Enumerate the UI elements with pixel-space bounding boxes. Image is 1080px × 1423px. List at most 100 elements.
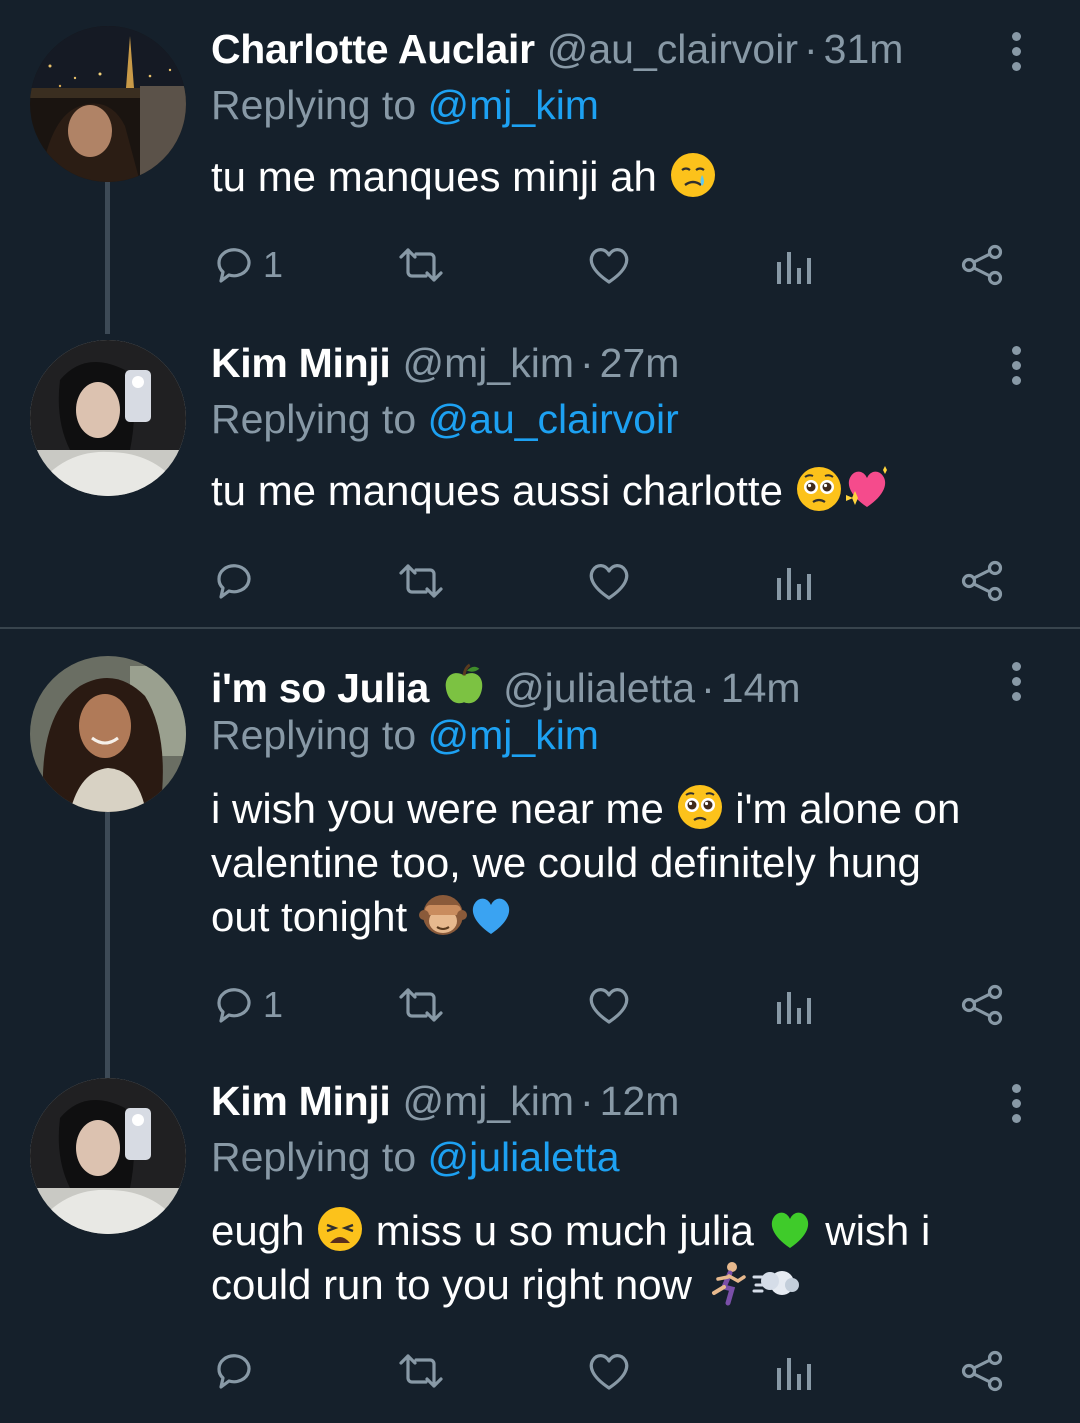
- like-icon: [589, 564, 629, 600]
- replying-prefix: Replying to: [211, 82, 428, 128]
- separator-dot: ·: [804, 26, 818, 72]
- tweet-minji-1[interactable]: Kim Minji @mj_kim · 27m Replying to @au_…: [0, 314, 1080, 628]
- replying-to-link[interactable]: @mj_kim: [428, 82, 599, 128]
- share-button[interactable]: [959, 240, 1005, 290]
- reply-button[interactable]: 1: [211, 240, 283, 290]
- user-handle[interactable]: @mj_kim: [403, 340, 574, 387]
- timestamp[interactable]: 31m: [824, 26, 904, 73]
- pleading-face-emoji: [796, 467, 841, 511]
- pleading-face-emoji: [677, 785, 722, 829]
- thread-connector: [105, 182, 110, 334]
- replying-to-link[interactable]: @julialetta: [428, 1134, 620, 1180]
- share-button[interactable]: [959, 556, 1005, 606]
- display-name[interactable]: Charlotte Auclair: [211, 26, 535, 73]
- tweet-text: tu me manques aussi charlotte: [211, 464, 1051, 518]
- reply-count: 1: [263, 244, 284, 285]
- analytics-icon: [777, 252, 811, 284]
- dashing-away-emoji: [752, 1271, 799, 1295]
- thread-2: i'm so Julia @julialetta · 14m Replying …: [0, 630, 1080, 1423]
- retweet-icon: [399, 1354, 443, 1388]
- tweet-text-line: tu me manques aussi charlotte: [211, 467, 783, 514]
- replying-to: Replying to @julialetta: [211, 1134, 620, 1181]
- tweet-header: Kim Minji @mj_kim · 27m: [211, 340, 679, 394]
- replying-to-link[interactable]: @mj_kim: [428, 712, 599, 758]
- retweet-button[interactable]: [395, 556, 447, 606]
- user-handle[interactable]: @mj_kim: [403, 1078, 574, 1125]
- share-icon: [961, 1350, 1003, 1392]
- reply-button[interactable]: 1: [211, 980, 283, 1030]
- separator-dot: ·: [579, 1078, 594, 1124]
- reply-button[interactable]: [211, 556, 263, 606]
- like-button[interactable]: [585, 980, 633, 1030]
- replying-to-link[interactable]: @au_clairvoir: [428, 396, 679, 442]
- tweet-actions: [211, 556, 1031, 606]
- tweet-header: Kim Minji @mj_kim · 12m: [211, 1078, 679, 1132]
- reply-icon: [217, 564, 251, 599]
- analytics-button[interactable]: [773, 1346, 817, 1396]
- thread-1: Charlotte Auclair @au_clairvoir · 31m Re…: [0, 0, 1080, 628]
- tweet-text-part: i wish you were near me: [211, 785, 664, 832]
- avatar[interactable]: [30, 340, 186, 496]
- display-name[interactable]: i'm so Julia: [211, 665, 429, 712]
- tweet-text: eugh miss u so much julia wish i could r…: [211, 1204, 1051, 1312]
- tweet-text: tu me manques minji ah: [211, 150, 1051, 204]
- more-icon[interactable]: [1004, 346, 1028, 390]
- timestamp[interactable]: 12m: [600, 1078, 680, 1125]
- tweet-text-line: tu me manques minji ah: [211, 153, 657, 200]
- blue-heart-emoji: [472, 898, 510, 934]
- tweet-header: i'm so Julia @julialetta · 14m: [211, 656, 801, 712]
- woman-running-emoji: [711, 1262, 746, 1306]
- weary-face-emoji: [318, 1207, 363, 1251]
- tweet-minji-2[interactable]: Kim Minji @mj_kim · 12m Replying to @jul…: [0, 1076, 1080, 1423]
- like-icon: [589, 248, 629, 284]
- like-icon: [589, 1354, 629, 1390]
- retweet-icon: [399, 248, 443, 282]
- tweet-charlotte[interactable]: Charlotte Auclair @au_clairvoir · 31m Re…: [0, 0, 1080, 334]
- reply-button[interactable]: [211, 1346, 263, 1396]
- thread-divider: [0, 627, 1080, 629]
- timestamp[interactable]: 27m: [600, 340, 680, 387]
- more-icon[interactable]: [1004, 32, 1028, 76]
- user-handle[interactable]: @au_clairvoir: [547, 26, 798, 73]
- display-name[interactable]: Kim Minji: [211, 340, 391, 387]
- reply-icon: [217, 1354, 251, 1389]
- replying-prefix: Replying to: [211, 1134, 428, 1180]
- analytics-icon: [777, 992, 811, 1024]
- replying-to: Replying to @mj_kim: [211, 712, 599, 759]
- reply-icon: [217, 988, 251, 1023]
- analytics-button[interactable]: [773, 980, 817, 1030]
- timestamp[interactable]: 14m: [721, 665, 801, 712]
- tweet-text-part: wish i: [825, 1207, 931, 1254]
- like-button[interactable]: [585, 240, 633, 290]
- more-icon[interactable]: [1004, 1084, 1028, 1128]
- tweet-julia[interactable]: i'm so Julia @julialetta · 14m Replying …: [0, 630, 1080, 1096]
- replying-prefix: Replying to: [211, 712, 428, 758]
- retweet-button[interactable]: [395, 240, 447, 290]
- avatar[interactable]: [30, 1078, 186, 1234]
- retweet-button[interactable]: [395, 980, 447, 1030]
- like-button[interactable]: [585, 1346, 633, 1396]
- avatar[interactable]: [30, 26, 186, 182]
- analytics-button[interactable]: [773, 240, 817, 290]
- tweet-header: Charlotte Auclair @au_clairvoir · 31m: [211, 26, 903, 80]
- reply-count: 1: [263, 984, 284, 1025]
- retweet-button[interactable]: [395, 1346, 447, 1396]
- tweet-text-part: valentine too, we could definitely hung: [211, 839, 921, 886]
- thread-connector: [105, 812, 110, 1096]
- more-icon[interactable]: [1004, 662, 1028, 706]
- avatar[interactable]: [30, 656, 186, 812]
- analytics-button[interactable]: [773, 556, 817, 606]
- replying-to: Replying to @au_clairvoir: [211, 396, 679, 443]
- tweet-text: i wish you were near me i'm alone on val…: [211, 782, 1051, 944]
- see-no-evil-monkey-emoji: [418, 895, 467, 935]
- tweet-text-part: could run to you right now: [211, 1261, 692, 1308]
- user-handle[interactable]: @julialetta: [503, 665, 695, 712]
- share-button[interactable]: [959, 1346, 1005, 1396]
- sparkling-heart-emoji: [845, 466, 887, 507]
- analytics-icon: [777, 568, 811, 600]
- separator-dot: ·: [579, 340, 594, 386]
- share-button[interactable]: [959, 980, 1005, 1030]
- like-button[interactable]: [585, 556, 633, 606]
- display-name[interactable]: Kim Minji: [211, 1078, 391, 1125]
- analytics-icon: [777, 1358, 811, 1390]
